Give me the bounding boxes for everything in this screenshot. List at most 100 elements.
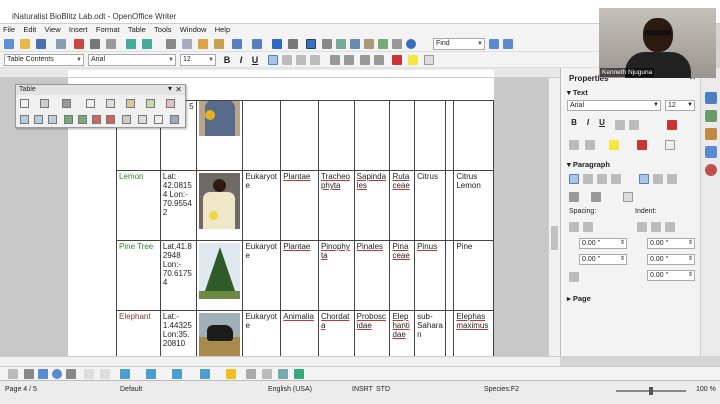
order-cell[interactable]: Ruta ceae (389, 170, 416, 241)
paragraph-style-select[interactable]: Table Contents ▼ (4, 54, 84, 66)
border-style-icon[interactable] (62, 99, 71, 108)
select-icon[interactable] (8, 369, 18, 379)
zoom-slider[interactable] (616, 387, 686, 395)
table-cell[interactable] (195, 100, 244, 171)
paragraph-background-icon[interactable] (623, 192, 633, 202)
page-section-header[interactable]: ▸ Page (567, 294, 591, 303)
align-bottom-icon[interactable] (48, 115, 57, 124)
find-previous-icon[interactable] (503, 39, 513, 49)
kingdom-cell[interactable]: Plantae (280, 240, 319, 311)
print-preview-icon[interactable] (106, 39, 116, 49)
borders-icon[interactable] (40, 99, 49, 108)
table-cell[interactable] (453, 100, 494, 171)
nonprinting-chars-icon[interactable] (378, 39, 388, 49)
menu-view[interactable]: View (42, 24, 64, 36)
pine-tree-photo[interactable] (198, 243, 240, 299)
hanging-indent-icon[interactable] (665, 222, 675, 232)
stars-icon[interactable] (226, 369, 236, 379)
lemon-photo[interactable] (198, 173, 240, 229)
domain-cell[interactable]: Eukaryot e (242, 310, 282, 356)
sort-icon[interactable] (138, 115, 147, 124)
kingdom-cell[interactable]: Plantae (280, 170, 319, 241)
email-icon[interactable] (56, 39, 66, 49)
family-cell[interactable]: Pinus (414, 240, 446, 311)
menu-insert[interactable]: Insert (66, 24, 91, 36)
table-cell[interactable] (280, 100, 319, 171)
styles-deck-icon[interactable] (705, 128, 717, 140)
align-bottom-icon[interactable] (667, 174, 677, 184)
class-cell[interactable]: Probosc idae (353, 310, 391, 356)
species-cell[interactable]: Elephas maximus (453, 310, 494, 356)
sidebar-bullets-icon[interactable] (591, 192, 601, 202)
navigator-icon[interactable] (336, 39, 346, 49)
find-replace-icon[interactable] (322, 39, 332, 49)
open-icon[interactable] (20, 39, 30, 49)
spellcheck-icon[interactable] (126, 39, 136, 49)
underline-button[interactable]: U (250, 55, 260, 65)
table-cell[interactable] (353, 100, 391, 171)
insert-column-icon[interactable] (78, 115, 87, 124)
indent-first-line-field[interactable]: 0.00 " ⇕ (647, 270, 695, 281)
insert-row-icon[interactable] (64, 115, 73, 124)
from-file-icon[interactable] (278, 369, 288, 379)
numbering-icon[interactable] (330, 55, 340, 65)
font-name-select[interactable]: Arial ▼ (88, 54, 176, 66)
align-top-icon[interactable] (20, 115, 29, 124)
sidebar-align-center-icon[interactable] (583, 174, 593, 184)
menu-tools[interactable]: Tools (151, 24, 175, 36)
line-spacing-icon[interactable] (569, 272, 579, 282)
sidebar-bold-button[interactable]: B (569, 118, 579, 127)
cut-icon[interactable] (166, 39, 176, 49)
new-document-icon[interactable] (4, 39, 14, 49)
highlight-icon[interactable] (408, 55, 418, 65)
properties-deck-icon[interactable] (705, 92, 717, 104)
horizontal-scrollbar[interactable] (0, 356, 560, 366)
border-color-icon[interactable] (86, 99, 95, 108)
scrollbar-thumb[interactable] (551, 226, 558, 250)
gallery-icon[interactable] (350, 39, 360, 49)
save-icon[interactable] (36, 39, 46, 49)
bold-button[interactable]: B (222, 55, 232, 65)
merge-cells-icon[interactable] (126, 99, 135, 108)
toolbar-menu-icon[interactable]: ▾ (168, 84, 172, 94)
phylum-cell[interactable]: Chordat a (317, 310, 355, 356)
menu-format[interactable]: Format (93, 24, 123, 36)
rectangle-icon[interactable] (38, 369, 48, 379)
text-box-icon[interactable] (84, 369, 94, 379)
class-cell[interactable]: Pinales (353, 240, 391, 311)
symbol-shapes-icon[interactable] (146, 369, 156, 379)
copy-icon[interactable] (182, 39, 192, 49)
taxonomy-table[interactable]: 5 Lemon Lat: 42.0815 4 Lon:- 70.9554 2 E… (116, 100, 494, 356)
italic-button[interactable]: I (236, 55, 246, 65)
align-left-icon[interactable] (268, 55, 278, 65)
sidebar-numbering-icon[interactable] (569, 192, 579, 202)
export-pdf-icon[interactable] (74, 39, 84, 49)
paste-icon[interactable] (198, 39, 208, 49)
freeform-icon[interactable] (66, 369, 76, 379)
sidebar-italic-button[interactable]: I (583, 118, 593, 127)
flowchart-icon[interactable] (200, 369, 210, 379)
sidebar-highlight-icon[interactable] (609, 140, 619, 150)
undo-icon[interactable] (232, 39, 242, 49)
class-cell[interactable]: Sapinda les (353, 170, 391, 241)
table-cell[interactable] (444, 100, 455, 171)
location-cell[interactable]: Lat,41.8 2948 Lon:- 70.6175 4 (159, 240, 197, 311)
page-deck-icon[interactable] (705, 110, 717, 122)
text-section-header[interactable]: ▾ Text (567, 88, 588, 97)
shadow-icon[interactable] (629, 120, 639, 130)
clear-formatting-icon[interactable] (667, 120, 677, 130)
elephant-photo[interactable] (198, 313, 240, 356)
fontwork-icon[interactable] (262, 369, 272, 379)
strikethrough-icon[interactable] (615, 120, 625, 130)
menu-window[interactable]: Window (177, 24, 210, 36)
zoom-icon[interactable] (392, 39, 402, 49)
phylum-cell[interactable]: Pinophy ta (317, 240, 355, 311)
zoom-level[interactable]: 100 % (696, 386, 716, 393)
domain-cell[interactable]: Eukaryot e (242, 240, 282, 311)
menu-help[interactable]: Help (212, 24, 233, 36)
zoom-slider-knob[interactable] (649, 387, 653, 395)
sidebar-align-right-icon[interactable] (597, 174, 607, 184)
menu-file[interactable]: File (0, 24, 18, 36)
person-photo[interactable] (198, 101, 240, 136)
basic-shapes-icon[interactable] (120, 369, 130, 379)
